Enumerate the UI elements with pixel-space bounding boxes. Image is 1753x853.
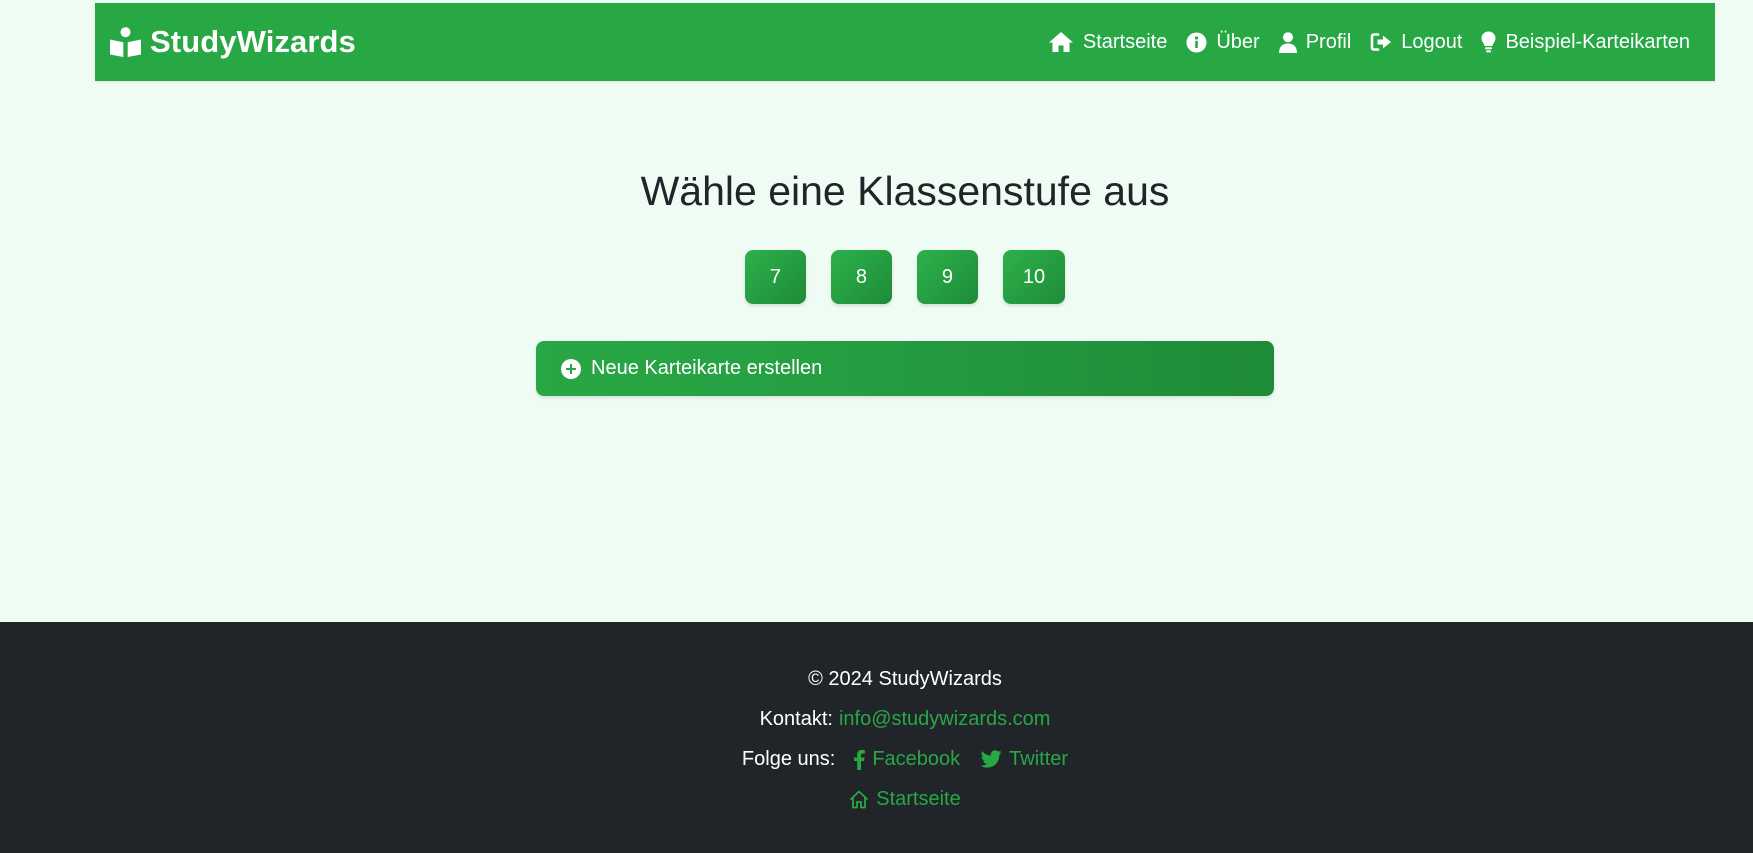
sign-out-icon <box>1370 33 1392 51</box>
twitter-icon <box>980 750 1002 768</box>
nav-link-label: Beispiel-Karteikarten <box>1505 30 1690 53</box>
brand-name: StudyWizards <box>150 24 356 59</box>
nav-link-label: Profil <box>1305 30 1352 53</box>
footer-home-label: Startseite <box>876 788 961 810</box>
nav-link-label: Logout <box>1401 30 1463 53</box>
nav-link-ueber[interactable]: Über <box>1186 30 1260 54</box>
brand-link[interactable]: StudyWizards <box>110 24 356 60</box>
facebook-link[interactable]: Facebook <box>853 748 960 771</box>
new-flashcard-button[interactable]: Neue Karteikarte erstellen <box>536 341 1274 396</box>
twitter-label: Twitter <box>1009 748 1069 770</box>
info-circle-icon <box>1186 32 1207 52</box>
new-flashcard-label: Neue Karteikarte erstellen <box>591 357 823 379</box>
facebook-label: Facebook <box>872 748 961 770</box>
home-icon <box>1048 32 1073 52</box>
footer-home-link[interactable]: Startseite <box>849 788 961 811</box>
nav-link-beispiel-karteikarten[interactable]: Beispiel-Karteikarten <box>1481 31 1690 54</box>
page: StudyWizards Startseite Über Profil Logo… <box>0 0 1753 853</box>
twitter-link[interactable]: Twitter <box>980 748 1068 771</box>
footer-copyright-line: © 2024 StudyWizards <box>0 668 1753 691</box>
contact-email-link[interactable]: info@studywizards.com <box>839 708 1050 731</box>
grade-button-9[interactable]: 9 <box>916 250 978 304</box>
nav-link-label: Startseite <box>1082 30 1168 53</box>
footer-home-line: Startseite <box>0 788 1753 811</box>
nav-link-logout[interactable]: Logout <box>1370 31 1462 54</box>
plus-circle-icon <box>561 358 581 379</box>
copyright-text: © 2024 StudyWizards <box>808 668 1002 690</box>
footer-contact-line: Kontakt: info@studywizards.com <box>0 708 1753 731</box>
user-icon <box>1278 31 1297 53</box>
grade-button-7[interactable]: 7 <box>744 250 806 304</box>
follow-label: Folge uns: <box>741 748 836 770</box>
grade-selector: 7 8 9 10 <box>0 250 1753 304</box>
contact-label: Kontakt: <box>759 708 833 730</box>
facebook-icon <box>854 749 866 770</box>
lightbulb-icon <box>1481 31 1496 53</box>
footer-social-line: Folge uns: Facebook Twitter <box>0 748 1753 771</box>
home-outline-icon <box>850 790 869 809</box>
nav-link-startseite[interactable]: Startseite <box>1048 31 1167 54</box>
footer: © 2024 StudyWizards Kontakt: info@studyw… <box>0 622 1753 853</box>
grade-button-10[interactable]: 10 <box>1002 250 1066 304</box>
nav-link-profil[interactable]: Profil <box>1278 30 1352 54</box>
page-title: Wähle eine Klassenstufe aus <box>640 168 1170 214</box>
grade-button-8[interactable]: 8 <box>830 250 892 304</box>
nav-link-label: Über <box>1216 30 1260 53</box>
nav-links: Startseite Über Profil Logout Beispiel-K… <box>1029 31 1690 54</box>
navbar: StudyWizards Startseite Über Profil Logo… <box>95 3 1715 81</box>
book-reader-icon <box>110 27 141 57</box>
